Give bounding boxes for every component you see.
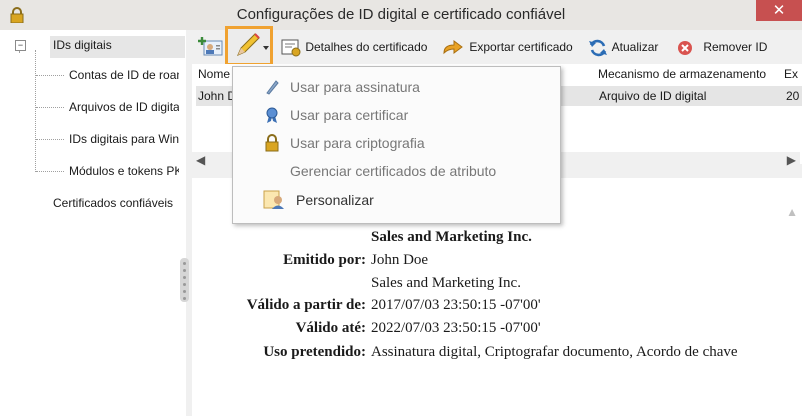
scroll-up-icon[interactable]: ▲ <box>786 205 798 219</box>
pen-nib-icon <box>266 80 279 95</box>
navigation-tree <box>0 30 186 416</box>
menu-item-label: Usar para assinatura <box>290 79 420 95</box>
close-button[interactable]: ✕ <box>756 0 802 21</box>
certificate-icon <box>281 39 301 57</box>
tree-connector <box>36 139 64 140</box>
cell-storage: Arquivo de ID digital <box>599 89 707 103</box>
tree-item-roaming-accounts[interactable]: Contas de ID de roan <box>69 68 179 82</box>
menu-item-manage-attribute-certificates[interactable]: Gerenciar certificados de atributo <box>233 158 560 184</box>
padlock-icon <box>265 134 279 152</box>
scroll-right-icon[interactable]: ▶ <box>787 153 796 167</box>
refresh-icon <box>589 39 607 57</box>
tree-item-digital-ids[interactable]: IDs digitais <box>50 36 185 58</box>
menu-item-label: Gerenciar certificados de atributo <box>290 163 497 179</box>
tree-connector <box>36 107 64 108</box>
toolbar: Detalhes do certificado Exportar certifi… <box>192 30 802 64</box>
export-certificate-button[interactable]: Exportar certificado <box>442 36 573 58</box>
menu-item-use-for-certifying[interactable]: Usar para certificar <box>233 102 560 128</box>
export-certificate-label: Exportar certificado <box>469 40 573 54</box>
menu-item-use-for-encryption[interactable]: Usar para criptografia <box>233 130 560 156</box>
collapse-icon[interactable]: − <box>15 40 26 51</box>
column-header-expiration[interactable]: Ex <box>784 64 800 84</box>
refresh-button[interactable]: Atualizar <box>587 36 658 58</box>
menu-item-use-for-signing[interactable]: Usar para assinatura <box>233 74 560 100</box>
remove-id-label: Remover ID <box>703 40 768 54</box>
tree-connector <box>36 75 64 76</box>
menu-item-label: Usar para certificar <box>290 107 409 123</box>
add-id-button[interactable] <box>198 36 224 58</box>
tree-item-trusted-certificates[interactable]: Certificados confiáveis <box>53 196 181 210</box>
cell-name: John D <box>198 89 234 103</box>
certificate-details-label: Detalhes do certificado <box>305 40 428 54</box>
remove-icon <box>678 40 692 55</box>
column-header-storage[interactable]: Mecanismo de armazenamento <box>598 64 783 84</box>
window-title: Configurações de ID digital e certificad… <box>236 6 566 23</box>
menu-item-label: Usar para criptografia <box>290 135 425 151</box>
title-bar: Configurações de ID digital e certificad… <box>0 0 802 30</box>
tree-item-windows-ids[interactable]: IDs digitais para Wind <box>69 132 179 146</box>
usage-options-menu: Usar para assinatura Usar para certifica… <box>232 66 561 224</box>
refresh-label: Atualizar <box>611 40 659 54</box>
menu-item-personalize[interactable]: Personalizar <box>233 187 560 213</box>
certificate-details-button[interactable]: Detalhes do certificado <box>280 36 427 58</box>
remove-id-button[interactable]: Remover ID <box>676 36 767 58</box>
menu-item-label: Personalizar <box>296 192 374 208</box>
cell-expiration: 20 <box>786 89 800 103</box>
scroll-left-icon[interactable]: ◀ <box>196 153 205 167</box>
tree-connector <box>36 171 64 172</box>
personalize-icon <box>263 190 284 209</box>
tree-connector <box>35 50 36 172</box>
tree-item-pkcs-modules[interactable]: Módulos e tokens PK <box>69 164 179 178</box>
add-id-icon <box>198 36 223 56</box>
export-arrow-icon <box>443 39 463 55</box>
ribbon-badge-icon <box>266 107 278 123</box>
usage-options-button[interactable] <box>225 26 273 66</box>
tree-item-id-files[interactable]: Arquivos de ID digita <box>69 100 179 114</box>
pencil-icon <box>237 33 269 56</box>
pane-splitter[interactable] <box>180 258 189 302</box>
